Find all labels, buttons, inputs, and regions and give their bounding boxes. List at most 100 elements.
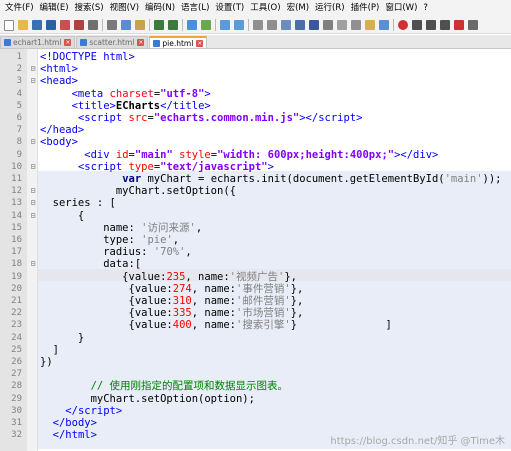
sync-vertical-icon[interactable] (253, 20, 263, 30)
show-all-chars-icon[interactable] (295, 20, 305, 30)
fold-toggle-icon[interactable]: ⊟ (29, 185, 37, 197)
line-number: 14 (11, 210, 22, 221)
save-macro-icon[interactable] (454, 20, 464, 30)
zoom-in-icon[interactable] (220, 20, 230, 30)
menu-item-9[interactable]: 运行(R) (312, 0, 348, 17)
menu-item-7[interactable]: 工具(O) (247, 0, 283, 17)
language-icon[interactable] (323, 20, 333, 30)
monitoring-icon[interactable] (379, 20, 389, 30)
code-line[interactable]: 17 radius: '70%', (0, 246, 511, 258)
sync-horizontal-icon[interactable] (267, 20, 277, 30)
code-line[interactable]: 31 </body> (0, 417, 511, 429)
menu-item-0[interactable]: 文件(F) (2, 0, 37, 17)
function-list-icon[interactable] (351, 20, 361, 30)
code-line[interactable]: 28 // 使用刚指定的配置项和数据显示图表。 (0, 380, 511, 392)
code-line[interactable]: 21 {value:310, name:'邮件营销'}, (0, 295, 511, 307)
copy-icon[interactable] (121, 20, 131, 30)
save-all-icon[interactable] (46, 20, 56, 30)
code-line[interactable]: 23 {value:400, name:'搜索引擎'} ] (0, 319, 511, 331)
code-line[interactable]: 27 (0, 368, 511, 380)
tab-0[interactable]: echart1.html × (0, 36, 76, 48)
code-line[interactable]: 2 ⊟ <html> (0, 63, 511, 75)
redo-icon[interactable] (168, 20, 178, 30)
code-line[interactable]: 14 ⊟ { (0, 210, 511, 222)
menu-item-5[interactable]: 语言(L) (178, 0, 212, 17)
tab-2[interactable]: pie.html × (149, 36, 208, 48)
line-number: 11 (11, 174, 22, 184)
menu-item-1[interactable]: 编辑(E) (37, 0, 72, 17)
play-multiple-icon[interactable] (440, 20, 450, 30)
menu-item-11[interactable]: 窗口(W) (382, 0, 420, 17)
plugin-icon[interactable] (468, 20, 478, 30)
record-macro-icon[interactable] (398, 20, 408, 30)
open-folder-icon[interactable] (18, 20, 28, 30)
replace-icon[interactable] (201, 20, 211, 30)
menu-item-6[interactable]: 设置(T) (212, 0, 247, 17)
code-line[interactable]: 9 <div id="main" style="width: 600px;hei… (0, 149, 511, 161)
code-line[interactable]: 7 </head> (0, 124, 511, 136)
fold-toggle-icon[interactable]: ⊟ (29, 63, 37, 75)
code-line[interactable]: 30 </script> (0, 405, 511, 417)
code-text: <title>ECharts</title> (71, 99, 211, 112)
menu-item-10[interactable]: 插件(P) (348, 0, 383, 17)
line-number: 1 (16, 52, 22, 62)
code-line[interactable]: 10 ⊟ <script type="text/javascript"> (0, 161, 511, 173)
fold-toggle-icon[interactable]: ⊟ (29, 210, 37, 222)
code-line[interactable]: 29 myChart.setOption(option); (0, 393, 511, 405)
menu-item-3[interactable]: 视图(V) (107, 0, 142, 17)
close-all-icon[interactable] (74, 20, 84, 30)
play-macro-icon[interactable] (426, 20, 436, 30)
fold-toggle-icon[interactable]: ⊟ (29, 161, 37, 173)
code-line[interactable]: 19 {value:235, name:'视频广告'}, (0, 271, 511, 283)
folder-workspace-icon[interactable] (365, 20, 375, 30)
tab-close-icon[interactable]: × (64, 39, 72, 46)
undo-icon[interactable] (154, 20, 164, 30)
code-line[interactable]: 5 <title>ECharts</title> (0, 100, 511, 112)
code-text: <html> (40, 63, 78, 76)
fold-toggle-icon[interactable]: ⊟ (29, 136, 37, 148)
cut-icon[interactable] (107, 20, 117, 30)
code-line[interactable]: 20 {value:274, name:'事件营销'}, (0, 283, 511, 295)
tab-close-icon[interactable]: × (137, 39, 145, 46)
code-line[interactable]: 26}) (0, 356, 511, 368)
menu-item-12[interactable]: ? (420, 0, 431, 17)
word-wrap-icon[interactable] (281, 20, 291, 30)
zoom-out-icon[interactable] (234, 20, 244, 30)
fold-toggle-icon[interactable]: ⊟ (29, 75, 37, 87)
indent-guide-icon[interactable] (309, 20, 319, 30)
code-line[interactable]: 6 <script src="echarts.common.min.js"></… (0, 112, 511, 124)
code-line[interactable]: 16 type: 'pie', (0, 234, 511, 246)
menu-item-8[interactable]: 宏(M) (284, 0, 312, 17)
print-icon[interactable] (88, 20, 98, 30)
line-number: 30 (11, 405, 22, 416)
new-file-icon[interactable] (4, 19, 14, 31)
stop-macro-icon[interactable] (412, 20, 422, 30)
paste-icon[interactable] (135, 20, 145, 30)
code-line[interactable]: 1 <!DOCTYPE html> (0, 51, 511, 63)
menu-item-2[interactable]: 搜索(S) (72, 0, 107, 17)
find-icon[interactable] (187, 20, 197, 30)
code-line[interactable]: 15 name: '访问来源', (0, 222, 511, 234)
tab-close-icon[interactable]: × (196, 39, 204, 47)
code-line[interactable]: 22 {value:335, name:'市场营销'}, (0, 307, 511, 319)
code-editor[interactable]: 1 <!DOCTYPE html> 2 ⊟ <html> 3 ⊟ <head> 4 <meta … (0, 49, 511, 451)
tab-1[interactable]: scatter.html × (76, 36, 149, 48)
code-line[interactable]: 24 } (0, 332, 511, 344)
code-line[interactable]: 18 ⊟ data:[ (0, 258, 511, 270)
save-icon[interactable] (32, 20, 42, 30)
code-line[interactable]: 11 var myChart = echarts.init(document.g… (0, 173, 511, 185)
code-line[interactable]: 25 ] (0, 344, 511, 356)
code-text: { (40, 209, 85, 222)
code-line[interactable]: 3 ⊟ <head> (0, 75, 511, 87)
close-icon[interactable] (60, 20, 70, 30)
code-text: </body> (52, 417, 97, 429)
fold-toggle-icon[interactable]: ⊟ (29, 258, 37, 270)
code-line[interactable]: 13 ⊟ series : [ (0, 197, 511, 209)
menu-item-4[interactable]: 编码(N) (142, 0, 178, 17)
code-line[interactable]: 8 ⊟ <body> (0, 136, 511, 148)
code-line[interactable]: 4 <meta charset="utf-8"> (0, 88, 511, 100)
doc-map-icon[interactable] (337, 20, 347, 30)
line-number: 15 (11, 222, 22, 233)
fold-toggle-icon[interactable]: ⊟ (29, 197, 37, 209)
code-line[interactable]: 12 ⊟ myChart.setOption({ (0, 185, 511, 197)
